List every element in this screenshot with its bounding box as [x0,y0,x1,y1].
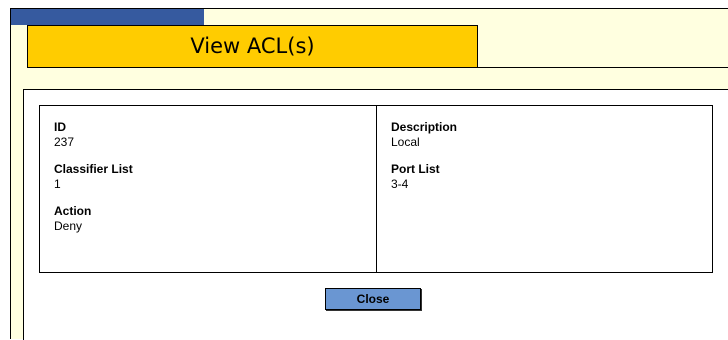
dialog-panel: View ACL(s) ID 237 Classifier List 1 Act… [10,8,728,340]
classifier-list-label: Classifier List [54,162,133,176]
description-value: Local [391,135,420,149]
id-label: ID [54,120,66,134]
id-value: 237 [54,135,75,149]
id-field: ID 237 [54,120,376,150]
action-value: Deny [54,219,83,233]
classifier-list-value: 1 [54,177,61,191]
content-area: ID 237 Classifier List 1 Action Deny Des… [23,89,728,340]
port-list-label: Port List [391,162,440,176]
title-divider [477,67,728,68]
description-field: Description Local [391,120,712,150]
classifier-list-field: Classifier List 1 [54,162,376,192]
port-list-value: 3-4 [391,177,409,191]
title-tab: View ACL(s) [27,25,478,68]
page-title: View ACL(s) [190,34,315,58]
top-accent-bar [11,9,204,25]
action-label: Action [54,204,92,218]
details-right-column: Description Local Port List 3-4 [377,106,712,272]
details-left-column: ID 237 Classifier List 1 Action Deny [40,106,377,272]
port-list-field: Port List 3-4 [391,162,712,192]
description-label: Description [391,120,458,134]
action-field: Action Deny [54,204,376,234]
close-button[interactable]: Close [325,288,421,310]
acl-details-table: ID 237 Classifier List 1 Action Deny Des… [39,105,713,273]
